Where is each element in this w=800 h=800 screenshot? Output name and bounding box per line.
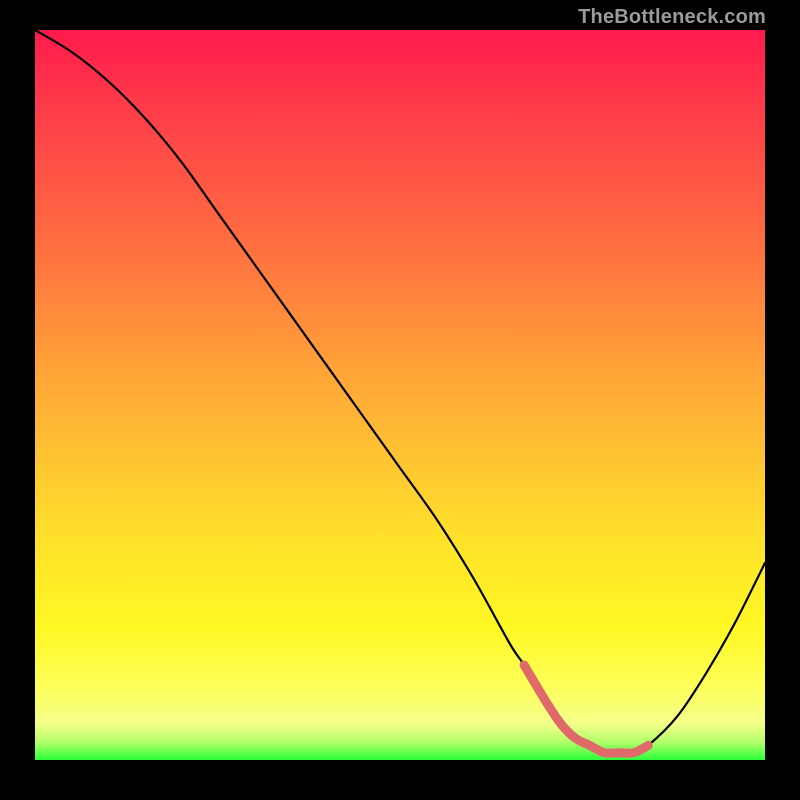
plot-area bbox=[35, 30, 765, 760]
curve-svg bbox=[35, 30, 765, 760]
chart-frame: TheBottleneck.com bbox=[0, 0, 800, 800]
flat-bottom-highlight bbox=[524, 665, 648, 753]
watermark-label: TheBottleneck.com bbox=[578, 6, 766, 29]
bottleneck-curve bbox=[35, 30, 765, 753]
